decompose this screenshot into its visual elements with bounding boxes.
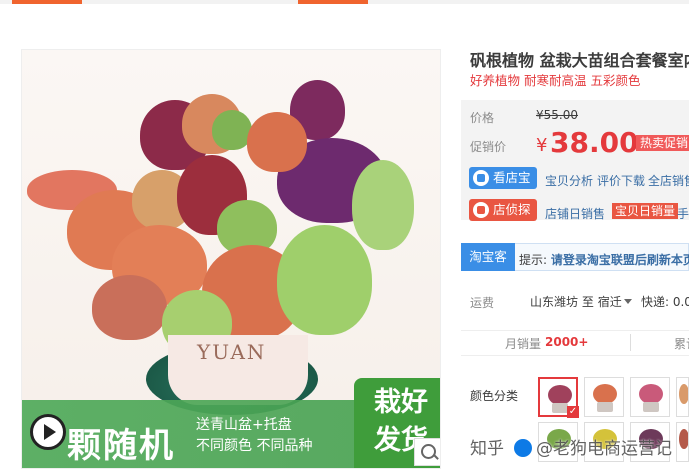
leaf-green-large [277,225,372,335]
shipping-route: 山东潍坊 至 宿迁 [530,293,632,310]
leaf-lime-right [352,160,414,250]
ship-to-word: 至 [581,295,594,309]
link-item-analysis[interactable]: 宝贝分析 [545,172,593,189]
leaf-rust [92,275,167,340]
check-icon: ✓ [567,406,579,418]
swatch-plant [639,384,663,404]
promo-price-label: 促销价 [470,140,507,154]
taoke-tip-prefix: 提示: [519,253,548,267]
shipping-fee: 快递: 0.0 [641,295,689,309]
taoke-tip: 提示: 请登录淘宝联盟后刷新本页 [519,251,689,268]
banner-headline: 颗随机 [67,426,175,466]
color-swatch[interactable] [676,377,689,417]
top-strip-segment [298,0,368,4]
link-more[interactable]: 手 [677,205,689,222]
divider [630,334,631,351]
swatch-plant [548,385,572,405]
cumulative-reviews-label[interactable]: 累计 [674,335,689,352]
shipping-label: 运费 [470,296,495,310]
monthly-sales-value: 2000+ [545,335,589,349]
currency-symbol: ¥ [536,135,548,156]
hot-sale-tag: 热卖促销 [636,135,689,151]
color-swatch[interactable] [676,422,689,462]
swatch-pot [643,402,659,412]
link-review-download[interactable]: 评价下载 [597,172,645,189]
store-analysis-button[interactable]: 看店宝 [469,167,537,189]
watermark-author: @老狗电商运营记 [536,439,672,459]
zhihu-logo-icon [514,439,532,457]
link-store-sales[interactable]: 全店销售 [648,172,689,189]
banner-line-1: 送青山盆+托盘 [196,417,292,433]
store-icon [473,170,489,186]
zoom-icon[interactable] [414,438,440,466]
product-subtitle: 好养植物 耐寒耐高温 五彩颜色 [470,73,641,88]
monthly-sales-label: 月销量 [505,337,542,351]
original-price: ¥55.00 [536,108,578,122]
taoke-tag[interactable]: 淘宝客 [461,243,515,271]
top-strip-segment [12,0,82,4]
ship-to: 宿迁 [597,295,622,309]
leaf-green [212,110,252,150]
leaf-orange [247,112,307,172]
watermark-site: 知乎 [470,439,504,459]
detective-button-label: 店侦探 [493,202,531,217]
color-swatch[interactable] [584,377,624,417]
main-product-image[interactable]: YUAN 颗随机 送青山盆+托盘 不同颜色 不同品种 栽好发货 [21,49,441,469]
link-store-daily-sales[interactable]: 店铺日销售 [545,205,605,222]
top-strip [0,0,689,4]
swatch-plant [593,384,617,404]
chevron-down-icon [623,299,632,304]
play-video-button[interactable] [30,414,66,450]
product-title: 矾根植物 盆栽大苗组合套餐室内 [470,51,689,70]
promo-price: 38.00 [550,126,639,159]
taoke-login-link[interactable]: 请登录淘宝联盟后刷新本页 [551,253,689,267]
watermark: 知乎 @老狗电商运营记 [470,434,672,459]
store-button-label: 看店宝 [493,170,531,185]
swatch-plant [679,384,688,404]
item-daily-sales-tag[interactable]: 宝贝日销量 [612,203,679,219]
pot-label: YUAN [197,340,267,364]
banner-line-2: 不同颜色 不同品种 [196,438,313,454]
swatch-plant [679,429,688,449]
ship-to-select[interactable]: 宿迁 [598,295,632,309]
color-category-label: 颜色分类 [470,389,519,403]
swatch-pot [552,403,568,413]
price-label: 价格 [470,111,495,125]
swatch-pot [597,402,613,412]
detective-icon [473,202,489,218]
color-swatch[interactable] [630,377,670,417]
ship-from: 山东潍坊 [530,295,579,309]
store-detective-button[interactable]: 店侦探 [469,199,537,221]
